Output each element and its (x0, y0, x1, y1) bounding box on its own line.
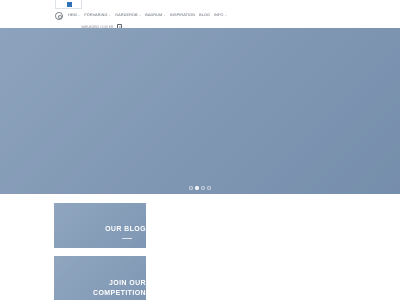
nav-label: INSPIRATION (169, 13, 196, 17)
competition-title-line2: COMPETITION (92, 290, 146, 297)
competition-title-line1: JOIN OUR (108, 280, 146, 287)
slider-dots (189, 186, 211, 190)
nav-item-inspiration[interactable]: INSPIRATION (170, 13, 195, 17)
chevron-down-icon: ⌄ (163, 13, 166, 17)
nav-item-info[interactable]: INFO ⌄ (214, 13, 227, 17)
logo-mark-icon (67, 2, 72, 7)
slider-dot[interactable] (201, 186, 205, 190)
main-nav: HEM ⌄ FÖRVARING ⌄ GARDEROB ⌄ BADRUM ⌄ INSPIR… (68, 13, 227, 17)
competition-card[interactable]: JOIN OUR COMPETITION (54, 256, 146, 300)
nav-label: BADRUM (145, 13, 163, 17)
blog-card-title: OUR BLOG (105, 226, 146, 233)
chevron-down-icon: ⌄ (138, 13, 142, 17)
nav-label: HEM (68, 13, 77, 17)
slider-dot[interactable] (189, 186, 193, 190)
nav-label: GARDEROB (115, 13, 138, 17)
nav-item-blog[interactable]: BLOG (199, 13, 210, 17)
slider-dot[interactable] (207, 186, 211, 190)
nav-label: FÖRVARING (84, 13, 108, 17)
competition-card-title: JOIN OUR COMPETITION (93, 279, 146, 299)
hero-slider[interactable] (0, 28, 400, 194)
logo[interactable] (55, 0, 82, 9)
chevron-down-icon: ⌄ (224, 13, 228, 17)
chevron-down-icon: ⌄ (77, 13, 81, 17)
blog-card[interactable]: OUR BLOG (54, 203, 146, 248)
nav-item-forvaring[interactable]: FÖRVARING ⌄ (84, 13, 111, 17)
title-underline (122, 238, 132, 239)
chevron-down-icon: ⌄ (108, 13, 112, 17)
page: HEM ⌄ FÖRVARING ⌄ GARDEROB ⌄ BADRUM ⌄ INSPIR… (0, 0, 400, 300)
slider-dot-active[interactable] (195, 186, 199, 190)
search-icon[interactable] (55, 12, 63, 20)
nav-label: INFO (214, 13, 224, 17)
nav-item-hem[interactable]: HEM ⌄ (68, 13, 80, 17)
nav-item-garderob[interactable]: GARDEROB ⌄ (115, 13, 141, 17)
nav-label: BLOG (199, 13, 211, 17)
nav-item-badrum[interactable]: BADRUM ⌄ (145, 13, 166, 17)
